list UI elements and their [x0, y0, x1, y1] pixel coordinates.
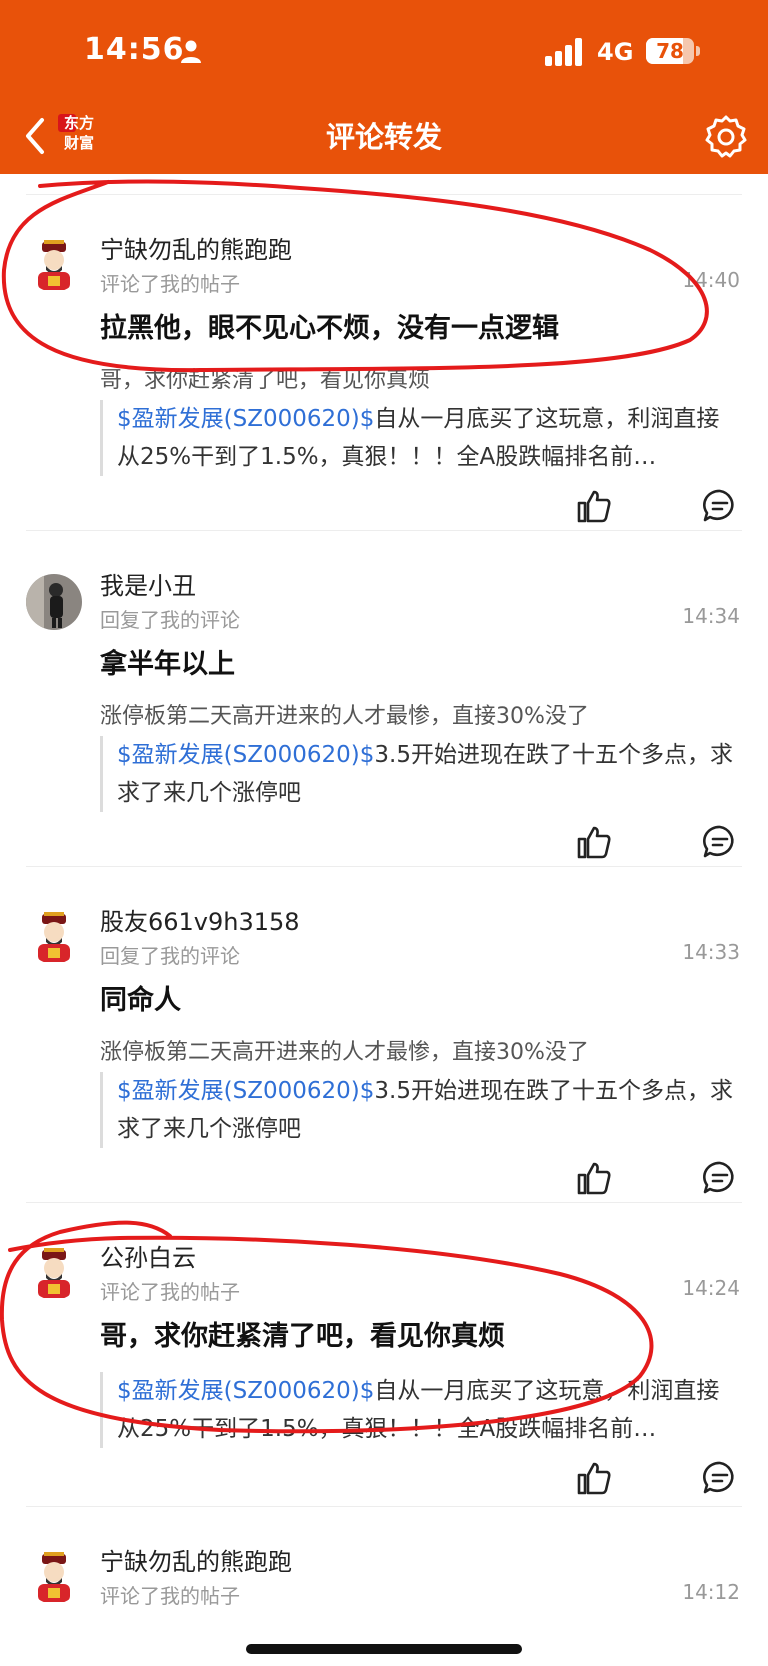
username[interactable]: 宁缺勿乱的熊跑跑	[100, 1542, 292, 1577]
comment-icon[interactable]	[702, 1460, 738, 1496]
notification-feed: 宁缺勿乱的熊跑跑 评论了我的帖子 14:40 拉黑他，眼不见心不烦，没有一点逻辑…	[0, 174, 768, 1666]
network-label: 4G	[597, 38, 634, 66]
avatar[interactable]	[26, 908, 82, 964]
signal-icon	[545, 38, 582, 66]
stock-link[interactable]: $盈新发展(SZ000620)$	[117, 1378, 374, 1404]
comment-icon[interactable]	[702, 824, 738, 860]
replied-text: 哥，求你赶紧清了吧，看见你真烦	[100, 368, 431, 393]
username[interactable]: 股友661v9h3158	[100, 902, 300, 937]
feed-item[interactable]: 我是小丑 回复了我的评论 14:34 拿半年以上 涨停板第二天高开进来的人才最惨…	[0, 530, 768, 866]
replied-text: 涨停板第二天高开进来的人才最惨，直接30%没了	[100, 704, 589, 729]
divider	[26, 530, 742, 531]
timestamp: 14:33	[682, 940, 740, 964]
timestamp: 14:40	[682, 268, 740, 292]
comment-text[interactable]: 哥，求你赶紧清了吧，看见你真烦	[100, 1314, 728, 1353]
stock-link[interactable]: $盈新发展(SZ000620)$	[117, 1078, 374, 1104]
comment-text[interactable]: 拿半年以上	[100, 642, 728, 681]
top-header: 14:56 4G 78 东方 财富 评论转发	[0, 0, 768, 174]
thumbs-up-icon[interactable]	[576, 1460, 612, 1496]
quoted-post[interactable]: $盈新发展(SZ000620)$3.5开始进现在跌了十五个多点，求求了来几个涨停…	[100, 1072, 738, 1148]
username[interactable]: 宁缺勿乱的熊跑跑	[100, 230, 292, 265]
username[interactable]: 公孙白云	[100, 1238, 196, 1273]
divider	[26, 194, 742, 195]
quoted-post[interactable]: $盈新发展(SZ000620)$3.5开始进现在跌了十五个多点，求求了来几个涨停…	[100, 736, 738, 812]
avatar[interactable]	[26, 1244, 82, 1300]
battery-cap	[696, 46, 700, 56]
battery-label: 78	[656, 39, 684, 63]
replied-text: 涨停板第二天高开进来的人才最惨，直接30%没了	[100, 1040, 589, 1065]
comment-text[interactable]: 拉黑他，眼不见心不烦，没有一点逻辑	[100, 306, 728, 345]
page-title: 评论转发	[325, 120, 442, 154]
timestamp: 14:34	[682, 604, 740, 628]
avatar[interactable]	[26, 574, 82, 630]
action-text: 评论了我的帖子	[100, 1280, 240, 1304]
thumbs-up-icon[interactable]	[576, 1160, 612, 1196]
thumbs-up-icon[interactable]	[576, 824, 612, 860]
timestamp: 14:12	[682, 1580, 740, 1604]
action-text: 评论了我的帖子	[100, 272, 240, 296]
divider	[26, 1202, 742, 1203]
stock-link[interactable]: $盈新发展(SZ000620)$	[117, 742, 374, 768]
quoted-post[interactable]: $盈新发展(SZ000620)$自从一月底买了这玩意，利润直接从25%干到了1.…	[100, 1372, 738, 1448]
feed-item[interactable]: 宁缺勿乱的熊跑跑 评论了我的帖子 14:40 拉黑他，眼不见心不烦，没有一点逻辑…	[0, 194, 768, 530]
feed-item[interactable]: 公孙白云 评论了我的帖子 14:24 哥，求你赶紧清了吧，看见你真烦 $盈新发展…	[0, 1202, 768, 1506]
person-icon	[181, 40, 201, 63]
feed-item[interactable]: 宁缺勿乱的熊跑跑 评论了我的帖子 14:12	[0, 1506, 768, 1666]
stock-link[interactable]: $盈新发展(SZ000620)$	[117, 406, 374, 432]
quoted-post[interactable]: $盈新发展(SZ000620)$自从一月底买了这玩意，利润直接从25%干到了1.…	[100, 400, 738, 476]
action-text: 回复了我的评论	[100, 944, 240, 968]
action-text: 回复了我的评论	[100, 608, 240, 632]
comment-text[interactable]: 同命人	[100, 978, 728, 1017]
action-text: 评论了我的帖子	[100, 1584, 240, 1608]
home-indicator[interactable]	[246, 1644, 522, 1654]
avatar[interactable]	[26, 1548, 82, 1604]
battery-icon: 78	[646, 38, 694, 64]
feed-item[interactable]: 股友661v9h3158 回复了我的评论 14:33 同命人 涨停板第二天高开进…	[0, 866, 768, 1202]
thumbs-up-icon[interactable]	[576, 488, 612, 524]
comment-icon[interactable]	[702, 1160, 738, 1196]
avatar[interactable]	[26, 236, 82, 292]
divider	[26, 1506, 742, 1507]
gear-icon[interactable]	[702, 112, 750, 160]
comment-icon[interactable]	[702, 488, 738, 524]
timestamp: 14:24	[682, 1276, 740, 1300]
status-time: 14:56	[84, 32, 185, 67]
divider	[26, 866, 742, 867]
username[interactable]: 我是小丑	[100, 566, 196, 601]
